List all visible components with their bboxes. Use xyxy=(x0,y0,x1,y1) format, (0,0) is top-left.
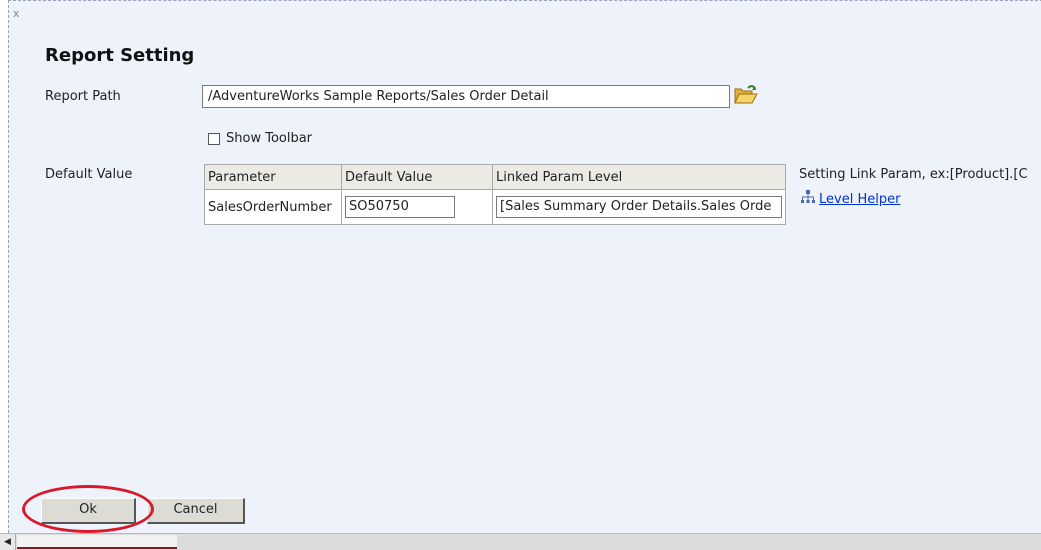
show-toolbar-checkbox[interactable] xyxy=(208,132,220,145)
table-header-row: Parameter Default Value Linked Param Lev… xyxy=(204,164,786,190)
level-helper[interactable]: Level Helper xyxy=(801,190,900,208)
default-value-cell: SO50750 xyxy=(341,189,493,225)
hierarchy-icon xyxy=(801,190,815,208)
linked-level-input[interactable]: [Sales Summary Order Details.Sales Orde xyxy=(496,196,782,218)
column-header-linked-param-level: Linked Param Level xyxy=(492,164,786,190)
cancel-button[interactable]: Cancel xyxy=(147,498,245,524)
show-toolbar-option[interactable]: Show Toolbar xyxy=(208,131,312,146)
default-value-table: Parameter Default Value Linked Param Lev… xyxy=(204,164,786,225)
link-param-help-text: Setting Link Param, ex:[Product].[C xyxy=(799,167,1028,182)
ok-button[interactable]: Ok xyxy=(41,498,136,524)
column-header-default-value: Default Value xyxy=(341,164,493,190)
folder-open-icon[interactable] xyxy=(733,84,759,106)
default-value-input[interactable]: SO50750 xyxy=(345,196,455,218)
horizontal-scrollbar[interactable]: ◀ xyxy=(0,533,1041,550)
close-button[interactable]: x xyxy=(13,7,20,20)
level-helper-link[interactable]: Level Helper xyxy=(819,192,900,207)
dialog-title: Report Setting xyxy=(45,45,195,66)
default-value-label: Default Value xyxy=(45,167,133,182)
report-path-label: Report Path xyxy=(45,89,121,104)
scroll-left-arrow-icon[interactable]: ◀ xyxy=(0,534,16,550)
report-setting-dialog: x Report Setting Report Path Show Toolba… xyxy=(8,0,1041,548)
show-toolbar-label: Show Toolbar xyxy=(226,131,313,146)
report-path-input[interactable] xyxy=(202,85,730,108)
column-header-parameter: Parameter xyxy=(204,164,342,190)
scroll-thumb[interactable] xyxy=(17,535,177,549)
linked-level-cell: [Sales Summary Order Details.Sales Orde xyxy=(492,189,786,225)
table-row: SalesOrderNumber SO50750 [Sales Summary … xyxy=(204,189,786,225)
parameter-cell: SalesOrderNumber xyxy=(204,189,342,225)
